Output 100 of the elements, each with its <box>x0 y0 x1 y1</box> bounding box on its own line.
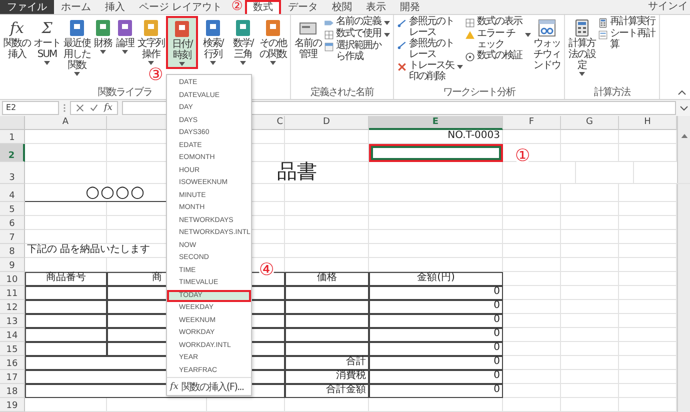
row-header[interactable]: 4 <box>0 184 25 202</box>
ribbon-button[interactable]: 参照先のトレース <box>396 39 464 60</box>
total-label: 合計金額 <box>285 384 369 398</box>
menu-item[interactable]: fx 関数の挿入(F)... <box>167 377 251 395</box>
ribbon-button[interactable]: 参照元のトレース <box>396 17 464 38</box>
row-header[interactable]: 15 <box>0 342 25 356</box>
table-cell <box>619 130 677 144</box>
table-cell <box>503 370 561 384</box>
column-header[interactable]: A <box>25 116 107 130</box>
sum-icon: Σ <box>42 19 52 37</box>
row-header[interactable]: 16 <box>0 356 25 370</box>
ribbon-button[interactable]: 名前の定義 <box>323 17 391 28</box>
caret-icon <box>44 61 50 65</box>
ribbon-button[interactable]: 論理 <box>114 16 136 56</box>
selected-cell[interactable] <box>369 144 503 162</box>
ribbon-button[interactable]: 財務 <box>92 16 114 56</box>
book-icon <box>68 19 86 37</box>
ribbon-button[interactable]: 再計算実行 <box>597 17 657 28</box>
column-header[interactable]: D <box>285 116 369 130</box>
cross-icon <box>397 62 407 72</box>
row-header[interactable]: 19 <box>0 398 25 412</box>
row-header[interactable]: 14 <box>0 328 25 342</box>
ribbon-tab[interactable]: 数式 <box>244 0 281 14</box>
caret-icon <box>210 61 216 65</box>
ribbon-button[interactable]: 文字列操作 <box>136 16 166 67</box>
ribbon-tab[interactable]: 開発 <box>392 0 427 14</box>
table-cell <box>619 398 677 412</box>
row-header[interactable]: 12 <box>0 300 25 314</box>
ribbon-tab[interactable]: ファイル <box>0 0 54 14</box>
row-header[interactable]: 10 <box>0 272 25 286</box>
column-header[interactable]: F <box>503 116 561 130</box>
group-label: 関数ライブラ <box>98 87 152 98</box>
row-header[interactable]: 7 <box>0 230 25 244</box>
function-icon[interactable]: fx <box>104 102 112 114</box>
column-header[interactable]: G <box>561 116 619 130</box>
column-header[interactable]: E <box>369 116 503 130</box>
caret-icon <box>100 50 106 54</box>
ribbon-tab[interactable]: 挿入 <box>98 0 132 14</box>
ribbon-button[interactable]: fx 関数の挿入 <box>2 16 32 62</box>
scroll-up-icon[interactable] <box>680 134 688 138</box>
ribbon-button[interactable]: 名前の管理 <box>293 16 323 62</box>
table-cell <box>503 328 561 342</box>
row-header[interactable]: 3 <box>0 162 25 184</box>
table-cell <box>619 384 677 398</box>
table-icon <box>324 42 334 52</box>
ribbon-button[interactable]: 日付/時刻 <box>166 16 198 69</box>
column-header[interactable]: H <box>619 116 677 130</box>
ribbon-button[interactable]: Σ オートSUM <box>32 16 62 67</box>
row-header[interactable]: 1 <box>0 130 25 144</box>
ribbon-button[interactable]: 数式の表示 <box>464 17 532 28</box>
ribbon-button[interactable]: 数学/三角 <box>228 16 258 67</box>
ribbon-button[interactable]: その他の関数 <box>258 16 288 67</box>
check-icon[interactable] <box>90 104 98 112</box>
row-header[interactable]: 18 <box>0 384 25 398</box>
function-icon: fx <box>170 382 178 392</box>
grid-icon <box>324 30 334 40</box>
table-cell <box>619 370 677 384</box>
table-cell <box>503 342 561 356</box>
ribbon-tab[interactable]: ページ レイアウト <box>132 0 230 14</box>
sheet-icon <box>598 30 608 40</box>
arrow-icon <box>397 18 407 28</box>
table-cell <box>503 272 561 286</box>
table-cell <box>561 258 619 272</box>
row-header[interactable]: 17 <box>0 370 25 384</box>
ribbon-tab[interactable]: 校閲 <box>324 0 359 14</box>
row-header[interactable]: 5 <box>0 202 25 216</box>
ribbon-button[interactable]: トレース矢印の削除 <box>396 61 464 82</box>
ribbon-button[interactable]: ウォッチウィンドウ <box>532 16 562 73</box>
row-header[interactable]: 8 <box>0 244 25 258</box>
expand-icon[interactable] <box>680 106 688 110</box>
ribbon-button[interactable]: 計算方法の設定 <box>567 16 597 78</box>
ribbon-button[interactable]: シート再計算 <box>597 29 657 50</box>
row-header[interactable]: 2 <box>0 144 25 162</box>
collapse-icon[interactable] <box>678 90 686 95</box>
window-icon <box>538 19 556 37</box>
table-cell <box>561 300 619 314</box>
name-box[interactable]: E2 <box>2 101 59 115</box>
ribbon-button[interactable]: 数式の検証 <box>464 51 532 62</box>
book-icon <box>142 19 160 37</box>
cancel-icon[interactable] <box>76 104 84 112</box>
table-cell <box>619 272 677 286</box>
sign-in-link[interactable]: サインイ <box>648 0 690 14</box>
ribbon-tab[interactable]: ホーム <box>54 0 98 14</box>
row-header[interactable]: 11 <box>0 286 25 300</box>
table-cell <box>619 342 677 356</box>
ribbon-button[interactable]: 最近使用した関数 <box>62 16 92 78</box>
row-header[interactable]: 6 <box>0 216 25 230</box>
ribbon-button[interactable]: 選択範囲から作成 <box>323 41 391 62</box>
caret-icon <box>122 50 128 54</box>
row-header[interactable]: 13 <box>0 314 25 328</box>
ribbon-button[interactable]: 数式で使用 <box>323 29 391 40</box>
row-header[interactable]: 9 <box>0 258 25 272</box>
ribbon-button[interactable]: 検索/行列 <box>198 16 228 67</box>
scrollbar[interactable] <box>677 116 690 412</box>
table-cell <box>619 300 677 314</box>
ribbon-tab[interactable]: 表示 <box>358 0 393 14</box>
grid-icon <box>465 18 475 28</box>
ribbon-tab[interactable]: データ <box>280 0 325 14</box>
caret-icon <box>74 72 80 76</box>
ribbon-button[interactable]: エラー チェック <box>464 29 532 50</box>
